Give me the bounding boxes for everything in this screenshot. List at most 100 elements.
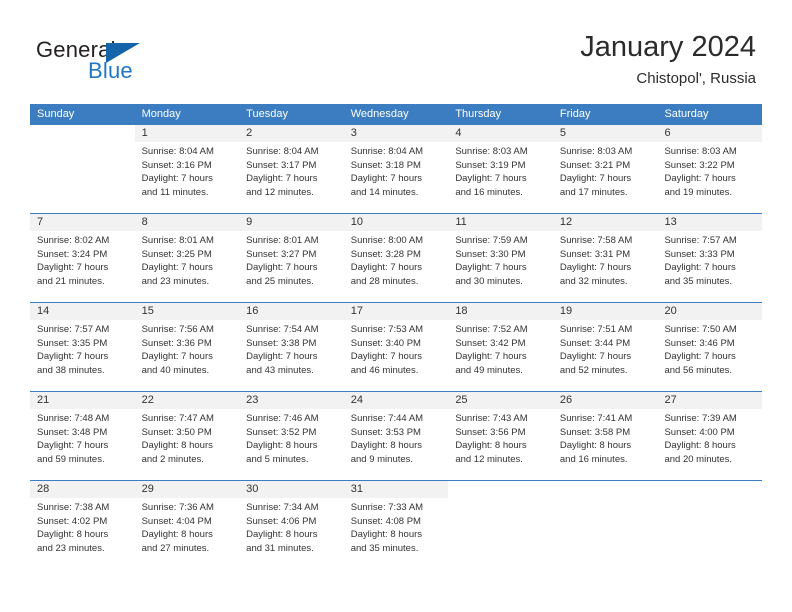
calendar-day-cell[interactable]: 7 Sunrise: 8:02 AM Sunset: 3:24 PM Daylight… bbox=[30, 214, 135, 302]
calendar-day-cell[interactable]: 1 Sunrise: 8:04 AM Sunset: 3:16 PM Daylight… bbox=[134, 125, 240, 213]
daylight-text-line1: Daylight: 7 hours bbox=[141, 262, 213, 273]
day-sun-info: Sunrise: 8:03 AM Sunset: 3:22 PM Daylight:… bbox=[657, 142, 762, 199]
daylight-text-line1: Daylight: 7 hours bbox=[455, 262, 527, 273]
day-number-band: 26 bbox=[552, 392, 658, 409]
weekday-header-tuesday: Tuesday bbox=[246, 108, 288, 120]
sunrise-text: Sunrise: 8:03 AM bbox=[455, 146, 528, 157]
calendar-day-cell[interactable]: 31 Sunrise: 7:33 AM Sunset: 4:08 PM Dayligh… bbox=[343, 481, 449, 569]
calendar-day-cell[interactable]: 22 Sunrise: 7:47 AM Sunset: 3:50 PM Dayligh… bbox=[134, 392, 240, 480]
daylight-text-line2: and 59 minutes. bbox=[37, 453, 105, 465]
sunset-text: Sunset: 3:56 PM bbox=[455, 426, 526, 438]
daylight-text-line1: Daylight: 8 hours bbox=[37, 529, 109, 540]
calendar-day-cell[interactable]: 10 Sunrise: 8:00 AM Sunset: 3:28 PM Dayligh… bbox=[343, 214, 449, 302]
sunrise-text: Sunrise: 7:53 AM bbox=[350, 324, 424, 335]
daylight-text-line2: and 19 minutes. bbox=[664, 186, 733, 198]
calendar-day-cell[interactable]: 8 Sunrise: 8:01 AM Sunset: 3:25 PM Daylight… bbox=[134, 214, 240, 302]
daylight-text-line1: Daylight: 8 hours bbox=[246, 529, 318, 540]
day-sun-info: Sunrise: 7:54 AM Sunset: 3:38 PM Daylight:… bbox=[239, 320, 344, 377]
daylight-text-line1: Daylight: 7 hours bbox=[141, 173, 213, 184]
day-number: 31 bbox=[350, 483, 363, 495]
calendar-week-row: 1 Sunrise: 8:04 AM Sunset: 3:16 PM Daylight… bbox=[30, 125, 763, 213]
calendar-day-cell[interactable]: 5 Sunrise: 8:03 AM Sunset: 3:21 PM Daylight… bbox=[552, 125, 658, 213]
daylight-text-line2: and 11 minutes. bbox=[141, 186, 209, 198]
sunrise-text: Sunrise: 7:44 AM bbox=[350, 413, 424, 424]
sunset-text: Sunset: 3:53 PM bbox=[350, 426, 421, 438]
calendar-day-cell[interactable]: 25 Sunrise: 7:43 AM Sunset: 3:56 PM Dayligh… bbox=[448, 392, 553, 480]
daylight-text-line2: and 32 minutes. bbox=[559, 275, 628, 287]
calendar-day-cell[interactable]: 27 Sunrise: 7:39 AM Sunset: 4:00 PM Dayligh… bbox=[657, 392, 763, 480]
daylight-text-line2: and 31 minutes. bbox=[246, 542, 314, 554]
page-title: January 2024 bbox=[580, 31, 756, 63]
calendar-day-cell[interactable]: 15 Sunrise: 7:56 AM Sunset: 3:36 PM Dayligh… bbox=[134, 303, 240, 391]
daylight-text-line1: Daylight: 7 hours bbox=[559, 351, 632, 362]
day-sun-info: Sunrise: 7:57 AM Sunset: 3:35 PM Daylight:… bbox=[30, 320, 135, 377]
sunrise-text: Sunrise: 8:04 AM bbox=[246, 146, 319, 157]
sunset-text: Sunset: 4:06 PM bbox=[246, 515, 317, 527]
day-number: 24 bbox=[350, 394, 363, 406]
calendar-day-cell[interactable]: 16 Sunrise: 7:54 AM Sunset: 3:38 PM Dayligh… bbox=[239, 303, 344, 391]
calendar-day-cell[interactable]: 21 Sunrise: 7:48 AM Sunset: 3:48 PM Dayligh… bbox=[30, 392, 135, 480]
calendar-day-cell[interactable]: 6 Sunrise: 8:03 AM Sunset: 3:22 PM Daylight… bbox=[657, 125, 763, 213]
calendar-day-cell[interactable]: 20 Sunrise: 7:50 AM Sunset: 3:46 PM Dayligh… bbox=[657, 303, 763, 391]
daylight-text-line2: and 23 minutes. bbox=[37, 542, 105, 554]
day-number: 18 bbox=[455, 305, 468, 317]
sunrise-text: Sunrise: 7:47 AM bbox=[141, 413, 214, 424]
calendar-day-cell[interactable]: 13 Sunrise: 7:57 AM Sunset: 3:33 PM Dayligh… bbox=[657, 214, 763, 302]
sunrise-text: Sunrise: 7:39 AM bbox=[664, 413, 737, 424]
day-sun-info: Sunrise: 7:50 AM Sunset: 3:46 PM Daylight:… bbox=[657, 320, 762, 377]
day-number-band: 5 bbox=[552, 125, 658, 142]
daylight-text-line2: and 38 minutes. bbox=[37, 364, 105, 376]
daylight-text-line1: Daylight: 7 hours bbox=[141, 351, 213, 362]
sunset-text: Sunset: 4:08 PM bbox=[350, 515, 421, 527]
daylight-text-line1: Daylight: 8 hours bbox=[455, 440, 527, 451]
calendar-day-cell[interactable]: 18 Sunrise: 7:52 AM Sunset: 3:42 PM Dayligh… bbox=[448, 303, 553, 391]
day-sun-info: Sunrise: 7:58 AM Sunset: 3:31 PM Daylight:… bbox=[553, 231, 658, 288]
general-blue-logo[interactable]: General Blue bbox=[36, 37, 216, 87]
day-number: 15 bbox=[141, 305, 154, 317]
calendar-day-cell[interactable]: 19 Sunrise: 7:51 AM Sunset: 3:44 PM Dayligh… bbox=[552, 303, 658, 391]
day-sun-info: Sunrise: 8:01 AM Sunset: 3:25 PM Daylight:… bbox=[135, 231, 240, 288]
sunset-text: Sunset: 3:44 PM bbox=[559, 337, 631, 349]
sunrise-text: Sunrise: 7:48 AM bbox=[37, 413, 110, 424]
daylight-text-line1: Daylight: 8 hours bbox=[141, 529, 213, 540]
calendar-day-cell[interactable]: 26 Sunrise: 7:41 AM Sunset: 3:58 PM Dayligh… bbox=[552, 392, 658, 480]
calendar-day-cell[interactable]: 23 Sunrise: 7:46 AM Sunset: 3:52 PM Dayligh… bbox=[239, 392, 344, 480]
sunset-text: Sunset: 3:30 PM bbox=[455, 248, 526, 260]
calendar-day-cell[interactable]: 17 Sunrise: 7:53 AM Sunset: 3:40 PM Dayligh… bbox=[343, 303, 449, 391]
daylight-text-line2: and 40 minutes. bbox=[141, 364, 210, 376]
day-number-band: 20 bbox=[657, 303, 763, 320]
calendar-day-cell[interactable]: 29 Sunrise: 7:36 AM Sunset: 4:04 PM Dayligh… bbox=[134, 481, 240, 569]
day-number-band bbox=[30, 125, 135, 142]
calendar-week-row: 28 Sunrise: 7:38 AM Sunset: 4:02 PM Dayligh… bbox=[30, 480, 763, 569]
sunset-text: Sunset: 3:18 PM bbox=[350, 159, 421, 171]
calendar-weeks: 1 Sunrise: 8:04 AM Sunset: 3:16 PM Daylight… bbox=[30, 125, 763, 569]
day-sun-info: Sunrise: 8:04 AM Sunset: 3:17 PM Daylight:… bbox=[239, 142, 344, 199]
calendar-day-cell[interactable]: 4 Sunrise: 8:03 AM Sunset: 3:19 PM Daylight… bbox=[448, 125, 553, 213]
calendar-day-cell[interactable]: 9 Sunrise: 8:01 AM Sunset: 3:27 PM Daylight… bbox=[239, 214, 344, 302]
calendar-day-cell[interactable]: 24 Sunrise: 7:44 AM Sunset: 3:53 PM Dayligh… bbox=[343, 392, 449, 480]
sunset-text: Sunset: 3:22 PM bbox=[664, 159, 735, 171]
sunrise-text: Sunrise: 7:54 AM bbox=[246, 324, 319, 335]
calendar-day-cell[interactable]: 30 Sunrise: 7:34 AM Sunset: 4:06 PM Dayligh… bbox=[239, 481, 344, 569]
calendar-day-cell[interactable]: 28 Sunrise: 7:38 AM Sunset: 4:02 PM Dayligh… bbox=[30, 481, 135, 569]
day-sun-info: Sunrise: 7:38 AM Sunset: 4:02 PM Daylight:… bbox=[30, 498, 135, 555]
day-sun-info: Sunrise: 8:01 AM Sunset: 3:27 PM Daylight:… bbox=[239, 231, 344, 288]
daylight-text-line2: and 52 minutes. bbox=[559, 364, 628, 376]
calendar-week-row: 21 Sunrise: 7:48 AM Sunset: 3:48 PM Dayligh… bbox=[30, 391, 763, 480]
calendar-week-row: 14 Sunrise: 7:57 AM Sunset: 3:35 PM Dayligh… bbox=[30, 302, 763, 391]
day-number: 16 bbox=[246, 305, 259, 317]
day-number: 30 bbox=[246, 483, 259, 495]
day-number: 2 bbox=[246, 127, 253, 139]
calendar-day-cell[interactable]: 3 Sunrise: 8:04 AM Sunset: 3:18 PM Daylight… bbox=[343, 125, 449, 213]
day-number: 14 bbox=[37, 305, 50, 317]
calendar-week-row: 7 Sunrise: 8:02 AM Sunset: 3:24 PM Daylight… bbox=[30, 213, 763, 302]
page-header: General Blue January 2024 Chistopol', Ru… bbox=[0, 0, 792, 104]
daylight-text-line1: Daylight: 8 hours bbox=[246, 440, 318, 451]
calendar-day-cell[interactable]: 2 Sunrise: 8:04 AM Sunset: 3:17 PM Daylight… bbox=[239, 125, 344, 213]
day-number-band: 29 bbox=[134, 481, 240, 498]
sunrise-text: Sunrise: 7:51 AM bbox=[559, 324, 633, 335]
calendar-day-cell[interactable]: 11 Sunrise: 7:59 AM Sunset: 3:30 PM Dayligh… bbox=[448, 214, 553, 302]
calendar-day-cell[interactable]: 12 Sunrise: 7:58 AM Sunset: 3:31 PM Dayligh… bbox=[552, 214, 658, 302]
day-number: 13 bbox=[664, 216, 677, 228]
calendar-day-cell[interactable]: 14 Sunrise: 7:57 AM Sunset: 3:35 PM Dayligh… bbox=[30, 303, 135, 391]
